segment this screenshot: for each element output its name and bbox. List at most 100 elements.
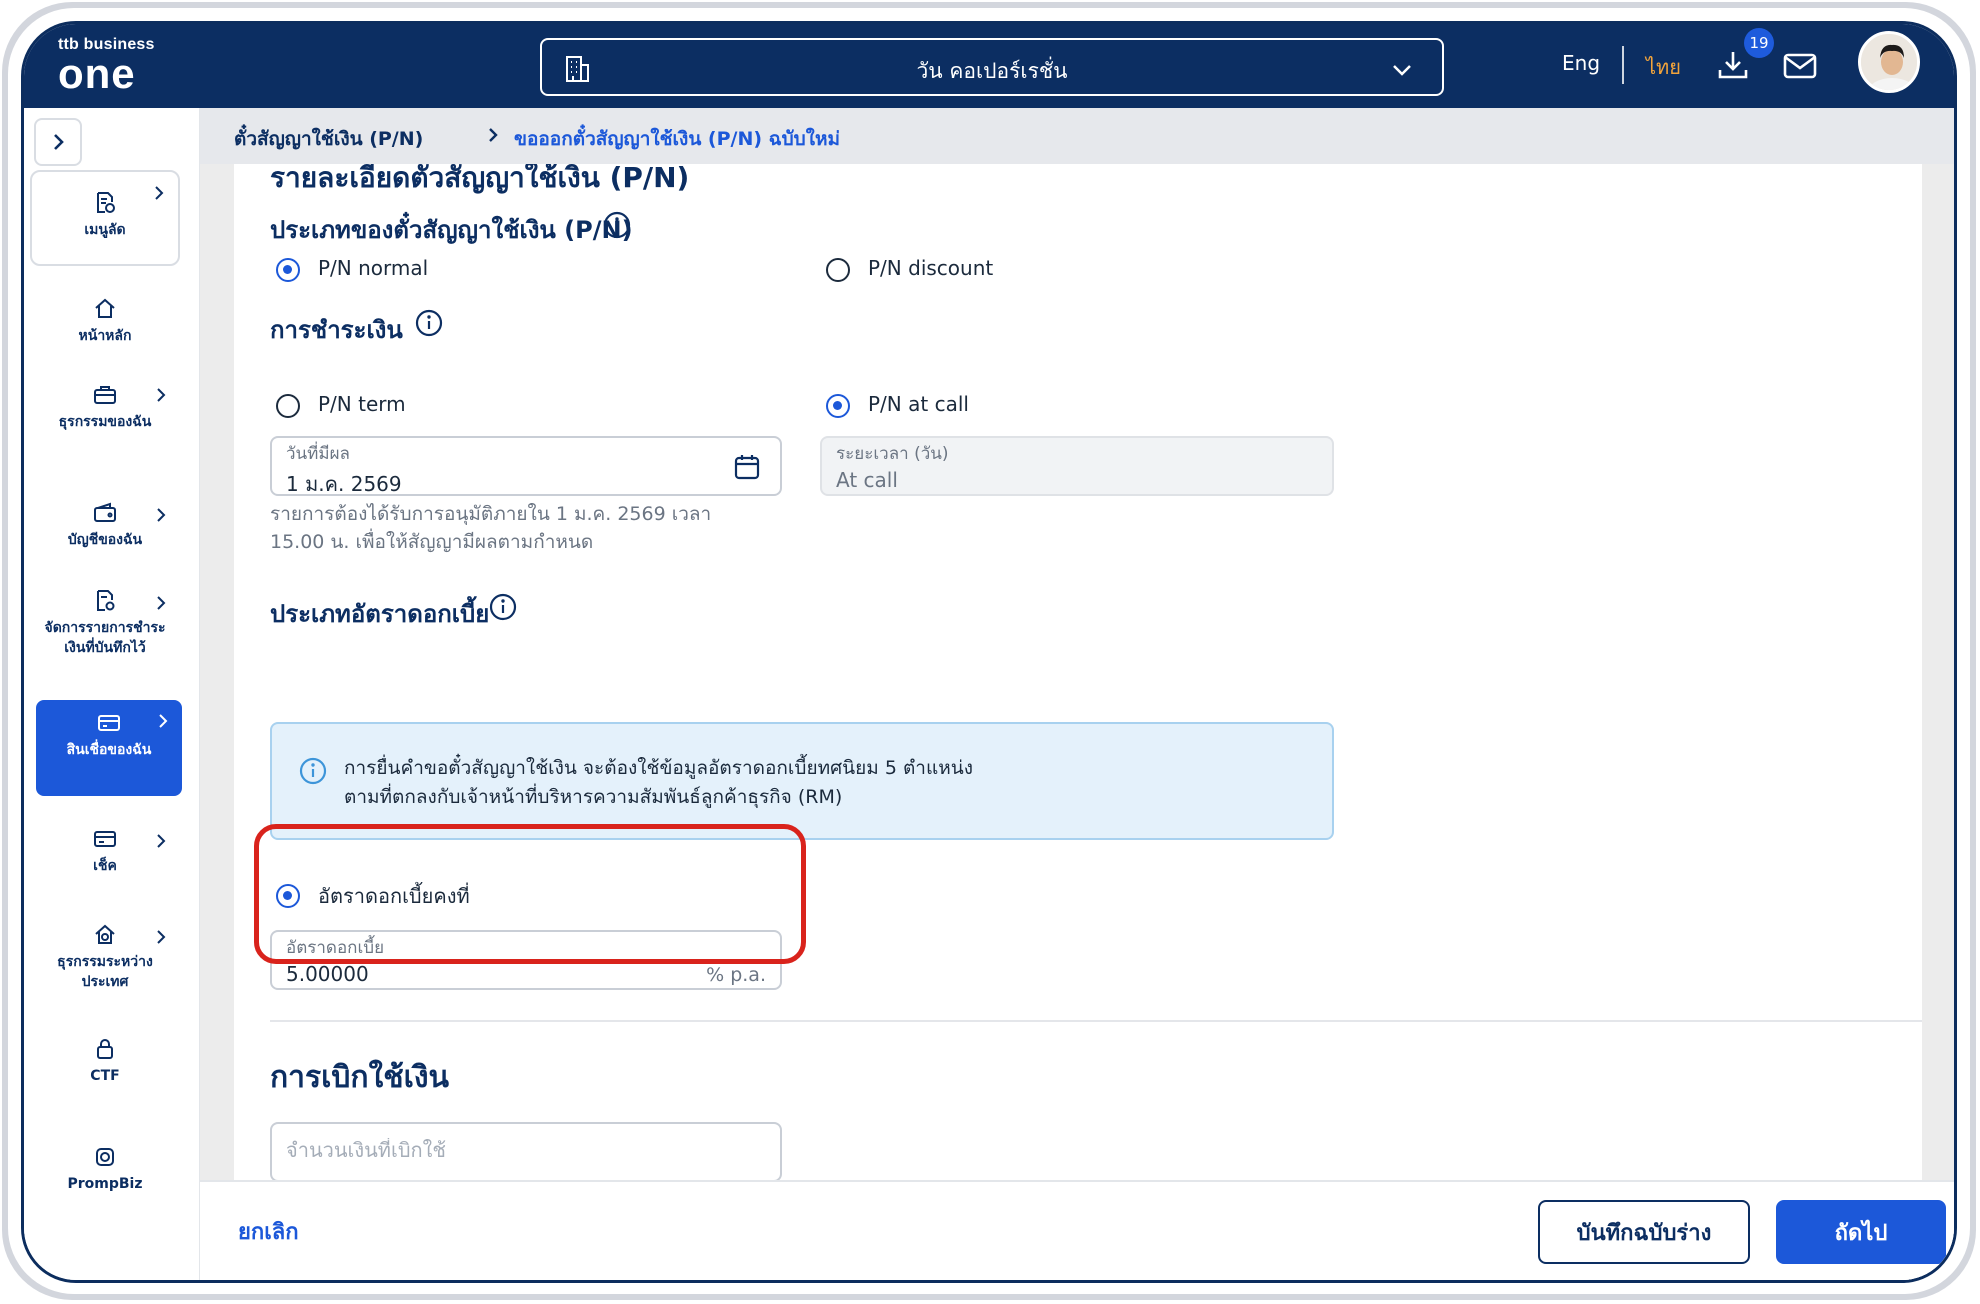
help-line-2: 15.00 น. เพื่อให้สัญญามีผลตามกำหนด <box>270 531 594 553</box>
cancel-button[interactable]: ยกเลิก <box>238 1214 299 1249</box>
notice-text: การยื่นคำขอตั๋วสัญญาใช้เงิน จะต้องใช้ข้อ… <box>344 754 973 812</box>
sidebar-item-label: สินเชื่อของฉัน <box>66 742 152 758</box>
form-card: รายละเอียดตั๋วสัญญาใช้เงิน (P/N) ประเภทข… <box>234 164 1922 1280</box>
info-icon[interactable] <box>602 210 632 240</box>
sidebar-item-label: บัญชีของฉัน <box>67 532 143 548</box>
calendar-icon[interactable] <box>732 452 762 482</box>
briefcase-icon <box>94 386 116 404</box>
sidebar-item-my-loans[interactable]: สินเชื่อของฉัน <box>36 700 182 796</box>
sidebar: เมนูลัด หน้าหลัก ธุรกรรมของฉัน บัญชีของฉ… <box>24 108 200 1280</box>
top-header: ttb business one วัน คอเปอร์เรชั่น Eng ไ… <box>24 24 1954 108</box>
pn-normal-radio[interactable] <box>276 258 300 282</box>
pn-term-label: P/N term <box>318 392 406 416</box>
sidebar-item-home[interactable]: หน้าหลัก <box>30 288 180 358</box>
sidebar-item-ctf[interactable]: CTF <box>30 1030 180 1090</box>
effective-date-field[interactable]: วันที่มีผล 1 ม.ค. 2569 <box>270 436 782 496</box>
chevron-right-icon <box>159 714 168 728</box>
section-title: รายละเอียดตั๋วสัญญาใช้เงิน (P/N) <box>270 164 690 194</box>
drawdown-amount-input[interactable] <box>286 1138 756 1162</box>
sidebar-item-label: PrompBiz <box>67 1176 143 1192</box>
lock-icon <box>97 1039 113 1059</box>
notice-line-1: การยื่นคำขอตั๋วสัญญาใช้เงิน จะต้องใช้ข้อ… <box>344 757 974 779</box>
next-button[interactable]: ถัดไป <box>1776 1200 1946 1264</box>
pn-at-call-label: P/N at call <box>868 392 969 416</box>
sidebar-item-international[interactable]: ธุรกรรมระหว่างประเทศ <box>30 916 180 996</box>
interest-type-label: ประเภทอัตราดอกเบี้ย <box>270 600 490 628</box>
app-screen: ttb business one วัน คอเปอร์เรชั่น Eng ไ… <box>24 24 1954 1280</box>
sidebar-item-label: CTF <box>90 1068 120 1084</box>
sidebar-item-label: หน้าหลัก <box>78 328 132 344</box>
sidebar-item-shortcut[interactable]: เมนูลัด <box>30 170 180 266</box>
download-icon[interactable] <box>1716 48 1750 82</box>
lang-divider <box>1622 46 1624 84</box>
cheque-icon <box>94 831 116 847</box>
sidebar-item-label: เช็ค <box>93 858 117 874</box>
wallet-icon <box>94 502 116 522</box>
lang-eng-button[interactable]: Eng <box>1562 51 1600 75</box>
period-field: ระยะเวลา (วัน) At call <box>820 436 1334 496</box>
doc-gear-icon <box>97 590 115 611</box>
sidebar-item-prompbiz[interactable]: PrompBiz <box>30 1138 180 1198</box>
chevron-right-icon <box>157 388 166 402</box>
shortcut-doc-icon <box>97 192 115 213</box>
main-content: ตั๋วสัญญาใช้เงิน (P/N) ขอออกตั๋วสัญญาใช้… <box>200 108 1954 1280</box>
prompbiz-icon <box>96 1148 114 1166</box>
drawdown-title: การเบิกใช้เงิน <box>270 1060 450 1095</box>
effective-date-value: 1 ม.ค. 2569 <box>286 472 402 496</box>
interest-rate-value: 5.00000 <box>286 962 369 986</box>
pn-type-label: ประเภทของตั๋วสัญญาใช้เงิน (P/N) <box>270 216 633 244</box>
pn-term-radio[interactable] <box>276 394 300 418</box>
lang-thai-button[interactable]: ไทย <box>1646 51 1681 83</box>
section-divider <box>270 1020 1922 1022</box>
chevron-right-icon <box>489 128 498 142</box>
sidebar-item-my-transactions[interactable]: ธุรกรรมของฉัน <box>30 374 180 460</box>
sidebar-item-label: เมนูลัด <box>84 222 126 238</box>
chevron-right-icon <box>155 186 164 200</box>
chevron-down-icon <box>1393 65 1411 76</box>
company-selector[interactable]: วัน คอเปอร์เรชั่น <box>540 38 1444 96</box>
help-line-1: รายการต้องได้รับการอนุมัติภายใน 1 ม.ค. 2… <box>270 503 712 525</box>
period-value: At call <box>836 468 898 492</box>
chevron-right-icon <box>157 596 166 610</box>
card-icon <box>98 715 120 731</box>
sidebar-item-cheque[interactable]: เช็ค <box>30 820 180 880</box>
info-icon <box>299 757 327 785</box>
interest-rate-suffix: % p.a. <box>706 964 766 986</box>
download-count-badge: 19 <box>1744 28 1774 58</box>
info-icon[interactable] <box>414 308 444 338</box>
mail-icon[interactable] <box>1782 50 1818 82</box>
pn-at-call-radio[interactable] <box>826 394 850 418</box>
sidebar-item-label: ธุรกรรมระหว่างประเทศ <box>57 954 153 990</box>
notice-line-2: ตามที่ตกลงกับเจ้าหน้าที่บริหารความสัมพัน… <box>344 786 843 808</box>
payment-label: การชำระเงิน <box>270 316 403 344</box>
user-avatar[interactable] <box>1858 31 1920 93</box>
company-name: วัน คอเปอร์เรชั่น <box>916 59 1068 83</box>
sidebar-item-my-accounts[interactable]: บัญชีของฉัน <box>30 494 180 558</box>
drawdown-amount-field[interactable] <box>270 1122 782 1182</box>
chevron-right-icon <box>157 930 166 944</box>
app-logo[interactable]: ttb business one <box>58 36 155 97</box>
breadcrumb-parent-link[interactable]: ตั๋วสัญญาใช้เงิน (P/N) <box>234 124 423 154</box>
pn-discount-label: P/N discount <box>868 256 994 280</box>
chevron-right-icon <box>54 134 64 150</box>
info-icon[interactable] <box>488 592 518 622</box>
sidebar-item-saved-payments[interactable]: จัดการรายการชำระเงินที่บันทึกไว้ <box>30 582 180 682</box>
global-home-icon <box>95 924 115 944</box>
interest-notice-banner: การยื่นคำขอตั๋วสัญญาใช้เงิน จะต้องใช้ข้อ… <box>270 722 1334 840</box>
action-footer: ยกเลิก บันทึกฉบับร่าง ถัดไป <box>200 1180 1954 1280</box>
sidebar-item-label: จัดการรายการชำระเงินที่บันทึกไว้ <box>44 620 166 656</box>
logo-big-text: one <box>58 50 136 97</box>
sidebar-expand-button[interactable] <box>34 118 82 166</box>
chevron-right-icon <box>157 508 166 522</box>
save-draft-button[interactable]: บันทึกฉบับร่าง <box>1538 1200 1750 1264</box>
pn-discount-radio[interactable] <box>826 258 850 282</box>
period-label: ระยะเวลา (วัน) <box>836 444 949 464</box>
breadcrumb-current: ขอออกตั๋วสัญญาใช้เงิน (P/N) ฉบับใหม่ <box>514 128 841 150</box>
pn-normal-label: P/N normal <box>318 256 429 280</box>
effective-date-label: วันที่มีผล <box>286 444 350 464</box>
chevron-right-icon <box>157 834 166 848</box>
home-icon <box>95 298 115 318</box>
highlight-annotation <box>254 824 806 964</box>
sidebar-item-label: ธุรกรรมของฉัน <box>58 414 152 430</box>
breadcrumb: ตั๋วสัญญาใช้เงิน (P/N) ขอออกตั๋วสัญญาใช้… <box>200 108 1954 164</box>
